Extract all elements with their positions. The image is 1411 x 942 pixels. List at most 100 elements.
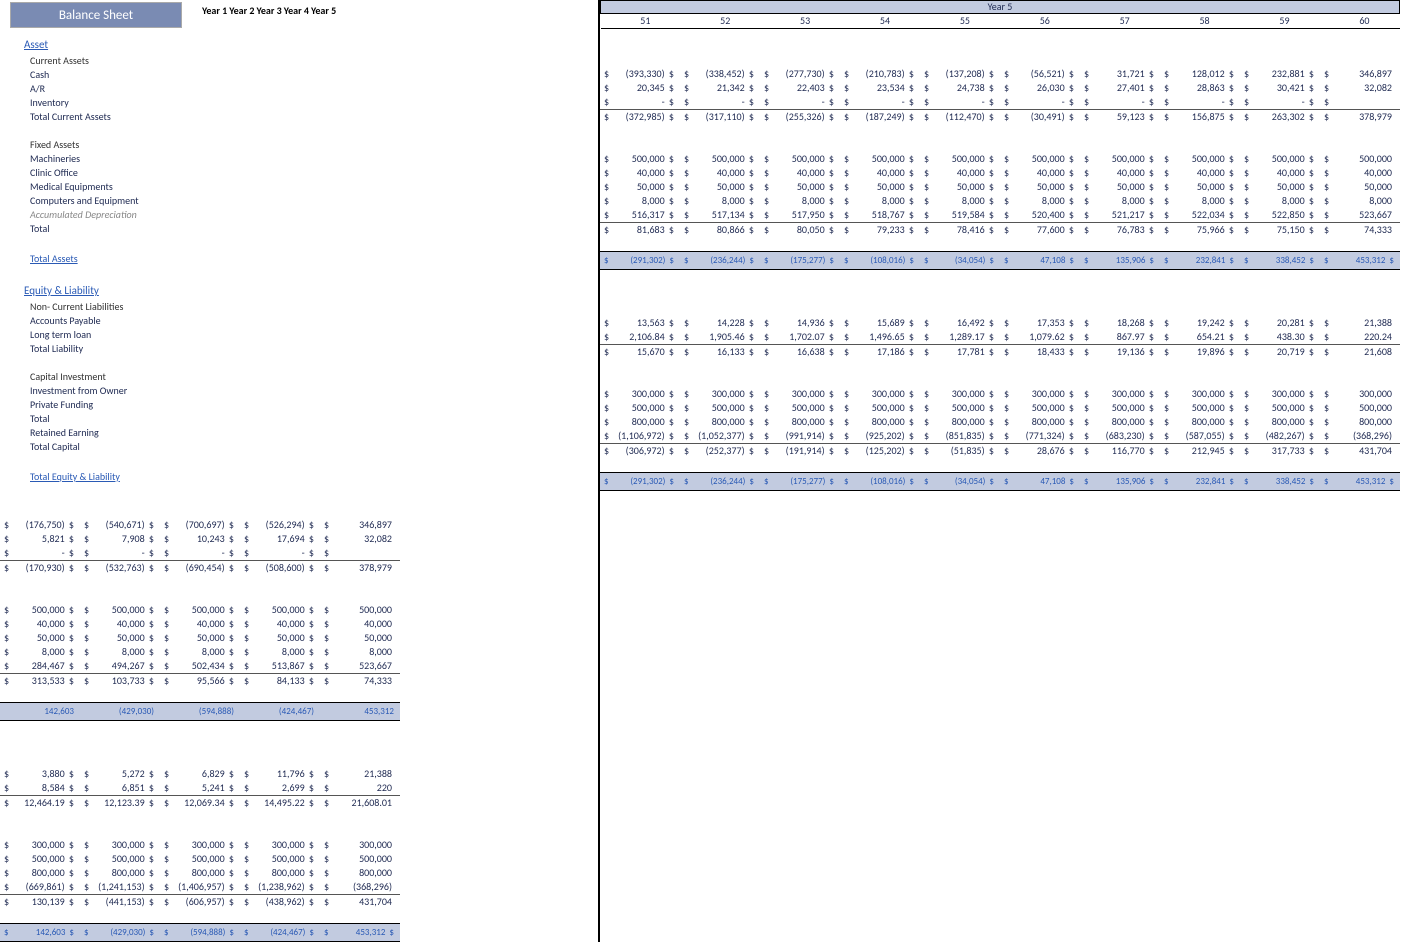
cell[interactable]: $(1,406,957) $ bbox=[160, 880, 240, 895]
cell[interactable]: $14,228 $ bbox=[680, 316, 760, 330]
cell[interactable]: $(137,208) $ bbox=[920, 67, 1000, 81]
cell[interactable]: $27,401 $ bbox=[1080, 81, 1160, 95]
cell[interactable]: $- $ bbox=[1240, 95, 1320, 110]
cell[interactable]: $21,608.01 bbox=[320, 796, 400, 811]
cell[interactable]: $378,979 bbox=[320, 561, 400, 576]
year-header-4[interactable]: Year 4 bbox=[284, 4, 309, 17]
cell[interactable]: $517,950 $ bbox=[760, 208, 840, 223]
cell[interactable]: $8,000 $ bbox=[920, 194, 1000, 208]
cell[interactable]: $(170,930) $ bbox=[0, 561, 80, 576]
cell[interactable]: $521,217 $ bbox=[1080, 208, 1160, 223]
cell[interactable]: $800,000 $ bbox=[0, 866, 80, 880]
cell[interactable]: $232,881 $ bbox=[1240, 67, 1320, 81]
cell[interactable]: $431,704 bbox=[320, 895, 400, 910]
cell[interactable]: $500,000 $ bbox=[680, 152, 760, 166]
cell[interactable]: $(236,244) $ bbox=[680, 473, 760, 491]
month-header-54[interactable]: 54 bbox=[840, 14, 920, 29]
cell[interactable]: $500,000 bbox=[320, 852, 400, 866]
cell[interactable]: $- $ bbox=[840, 95, 920, 110]
month-header-53[interactable]: 53 bbox=[760, 14, 840, 29]
cell[interactable]: $28,676 $ bbox=[1000, 444, 1080, 459]
cell[interactable]: (594,888) bbox=[160, 703, 240, 721]
cell[interactable]: $520,400 $ bbox=[1000, 208, 1080, 223]
cell[interactable]: $(1,052,377) $ bbox=[680, 429, 760, 444]
month-header-60[interactable]: 60 bbox=[1320, 14, 1400, 29]
cell[interactable]: $1,496.65 $ bbox=[840, 330, 920, 345]
cell[interactable]: $20,345 $ bbox=[600, 81, 680, 95]
cell[interactable]: $21,608 bbox=[1320, 345, 1400, 360]
cell[interactable]: $28,863 $ bbox=[1160, 81, 1240, 95]
cell[interactable]: $300,000 bbox=[1320, 387, 1400, 401]
cell[interactable]: $ bbox=[320, 546, 400, 561]
cell[interactable]: $(925,202) $ bbox=[840, 429, 920, 444]
cell[interactable]: $(429,030) $ bbox=[80, 924, 160, 942]
cell[interactable]: $300,000 $ bbox=[1000, 387, 1080, 401]
cell[interactable]: $800,000 $ bbox=[240, 866, 320, 880]
cell[interactable]: $(393,330) $ bbox=[600, 67, 680, 81]
cell[interactable]: $438.30 $ bbox=[1240, 330, 1320, 345]
month-header-52[interactable]: 52 bbox=[680, 14, 760, 29]
cell[interactable]: $40,000 bbox=[320, 617, 400, 631]
year-header-2[interactable]: Year 2 bbox=[229, 4, 254, 17]
cell[interactable]: $17,186 $ bbox=[840, 345, 920, 360]
cell[interactable]: $523,667 bbox=[1320, 208, 1400, 223]
cell[interactable]: $8,000 $ bbox=[840, 194, 920, 208]
cell[interactable]: $800,000 $ bbox=[80, 866, 160, 880]
cell[interactable]: $800,000 $ bbox=[1080, 415, 1160, 429]
cell[interactable]: $(291,302) $ bbox=[600, 252, 680, 270]
cell[interactable]: $300,000 $ bbox=[680, 387, 760, 401]
cell[interactable]: $79,233 $ bbox=[840, 223, 920, 238]
cell[interactable]: $220.24 bbox=[1320, 330, 1400, 345]
cell[interactable]: $8,000 $ bbox=[1080, 194, 1160, 208]
cell[interactable]: $300,000 bbox=[320, 838, 400, 852]
cell[interactable]: $135,906 $ bbox=[1080, 252, 1160, 270]
cell[interactable]: $(372,985) $ bbox=[600, 110, 680, 125]
cell[interactable]: $50,000 $ bbox=[1000, 180, 1080, 194]
cell[interactable]: $500,000 bbox=[1320, 401, 1400, 415]
cell[interactable]: $284,467 $ bbox=[0, 659, 80, 674]
cell[interactable]: $(606,957) $ bbox=[160, 895, 240, 910]
cell[interactable]: $378,979 bbox=[1320, 110, 1400, 125]
cell[interactable]: $- $ bbox=[600, 95, 680, 110]
cell[interactable]: $- $ bbox=[0, 546, 80, 561]
cell[interactable]: $16,638 $ bbox=[760, 345, 840, 360]
cell[interactable]: $- $ bbox=[1160, 95, 1240, 110]
cell[interactable]: $500,000 $ bbox=[160, 603, 240, 617]
cell[interactable]: $74,333 bbox=[320, 674, 400, 689]
cell[interactable]: $17,781 $ bbox=[920, 345, 1000, 360]
cell[interactable]: $(317,110) $ bbox=[680, 110, 760, 125]
cell[interactable]: $135,906 $ bbox=[1080, 473, 1160, 491]
cell[interactable]: $1,702.07 $ bbox=[760, 330, 840, 345]
cell[interactable]: $500,000 $ bbox=[760, 152, 840, 166]
cell[interactable]: $453,312 $ bbox=[1320, 252, 1400, 270]
cell[interactable]: $500,000 $ bbox=[1000, 401, 1080, 415]
cell[interactable]: $522,034 $ bbox=[1160, 208, 1240, 223]
cell[interactable]: $300,000 $ bbox=[240, 838, 320, 852]
cell[interactable]: $50,000 $ bbox=[80, 631, 160, 645]
cell[interactable]: $500,000 $ bbox=[80, 852, 160, 866]
cell[interactable]: $- $ bbox=[680, 95, 760, 110]
cell[interactable]: $- $ bbox=[80, 546, 160, 561]
cell[interactable]: $13,563 $ bbox=[600, 316, 680, 330]
cell[interactable]: $59,123 $ bbox=[1080, 110, 1160, 125]
cell[interactable]: $(34,054) $ bbox=[920, 473, 1000, 491]
cell[interactable]: $(540,671) $ bbox=[80, 518, 160, 532]
cell[interactable]: $3,880 $ bbox=[0, 767, 80, 781]
cell[interactable]: $40,000 $ bbox=[760, 166, 840, 180]
cell[interactable]: $22,403 $ bbox=[760, 81, 840, 95]
cell[interactable]: $800,000 $ bbox=[920, 415, 1000, 429]
cell[interactable]: $522,850 $ bbox=[1240, 208, 1320, 223]
cell[interactable]: $40,000 $ bbox=[1160, 166, 1240, 180]
cell[interactable]: $8,000 $ bbox=[600, 194, 680, 208]
cell[interactable]: $346,897 bbox=[1320, 67, 1400, 81]
cell[interactable]: $142,603 $ bbox=[0, 924, 80, 942]
cell[interactable]: $500,000 $ bbox=[0, 603, 80, 617]
cell[interactable]: $1,905.46 $ bbox=[680, 330, 760, 345]
cell[interactable]: $(277,730) $ bbox=[760, 67, 840, 81]
cell[interactable]: $15,689 $ bbox=[840, 316, 920, 330]
cell[interactable]: $500,000 $ bbox=[840, 401, 920, 415]
cell[interactable]: $50,000 bbox=[1320, 180, 1400, 194]
cell[interactable]: $338,452 $ bbox=[1240, 473, 1320, 491]
cell[interactable]: $5,821 $ bbox=[0, 532, 80, 546]
cell[interactable]: $(441,153) $ bbox=[80, 895, 160, 910]
